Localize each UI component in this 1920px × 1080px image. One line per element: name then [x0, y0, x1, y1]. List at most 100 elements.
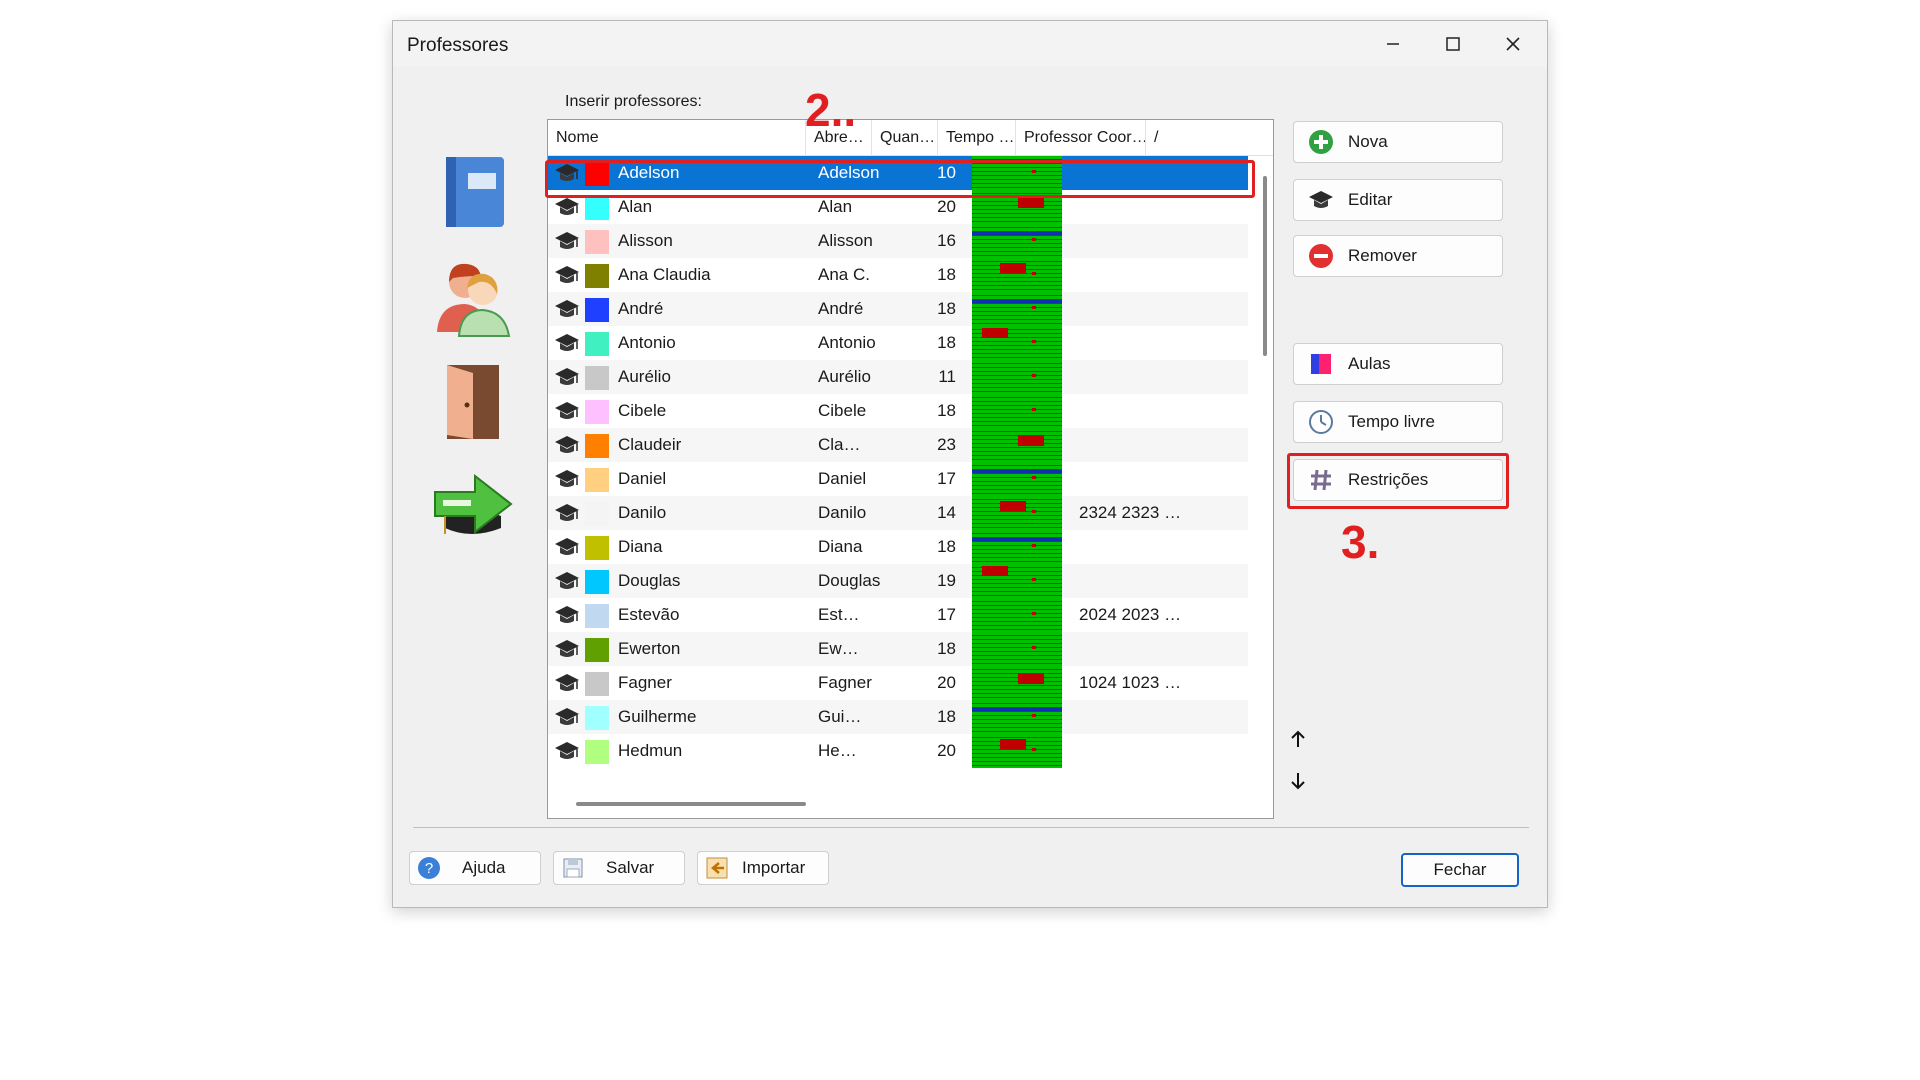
teacher-icon — [552, 734, 582, 768]
table-row[interactable]: Alisson Alisson 16 — [548, 224, 1248, 258]
availability-mark — [1032, 272, 1036, 275]
table-row[interactable]: Antonio Antonio 18 — [548, 326, 1248, 360]
door-icon — [447, 365, 499, 439]
professores-dialog: Professores Inserir professores: Nome Ab… — [392, 20, 1548, 908]
teacher-quantity: 18 — [937, 707, 956, 726]
availability-grid — [972, 360, 1062, 394]
horizontal-scroll-thumb[interactable] — [576, 802, 806, 806]
table-row[interactable]: Ana Claudia Ana C. 18 — [548, 258, 1248, 292]
table-row[interactable]: Diana Diana 18 — [548, 530, 1248, 564]
teacher-icon — [552, 394, 582, 428]
annotation-step-2: 2.. — [805, 84, 857, 136]
teacher-quantity: 18 — [937, 537, 956, 556]
table-row[interactable]: André André 18 — [548, 292, 1248, 326]
editar-button[interactable]: Editar — [1293, 179, 1503, 221]
table-row[interactable]: Danilo Danilo 14 2324 2323 … — [548, 496, 1248, 530]
availability-mark — [1032, 544, 1036, 547]
clock-icon — [1306, 407, 1336, 437]
nav-proximo[interactable] — [423, 461, 523, 551]
table-row[interactable]: Cibele Cibele 18 — [548, 394, 1248, 428]
vertical-scroll-thumb[interactable] — [1263, 176, 1267, 356]
color-swatch — [585, 706, 609, 730]
availability-mark — [1032, 748, 1036, 751]
availability-grid — [972, 666, 1062, 700]
list-header: Nome Abre… Quan… Tempo … Professor Coor…… — [548, 120, 1273, 156]
minimize-button[interactable] — [1363, 27, 1423, 61]
availability-mark — [1000, 501, 1026, 511]
color-swatch — [585, 604, 609, 628]
teacher-coordinator — [1079, 462, 1229, 496]
availability-grid-fill — [972, 700, 1062, 734]
teacher-icon — [552, 632, 582, 666]
window-title: Professores — [407, 35, 509, 56]
column-extra[interactable]: / — [1146, 120, 1186, 156]
table-row[interactable]: Hedmun He… 20 — [548, 734, 1248, 768]
table-row[interactable]: Ewerton Ew… 18 — [548, 632, 1248, 666]
teachers-list[interactable]: Nome Abre… Quan… Tempo … Professor Coor…… — [547, 119, 1274, 819]
close-window-button[interactable] — [1483, 27, 1543, 61]
table-row[interactable]: Fagner Fagner 20 1024 1023 … — [548, 666, 1248, 700]
nova-button[interactable]: Nova — [1293, 121, 1503, 163]
close-icon — [1506, 37, 1520, 51]
forward-arrow-icon — [434, 473, 513, 535]
tempo-livre-button[interactable]: Tempo livre — [1293, 401, 1503, 443]
color-swatch — [585, 366, 609, 390]
availability-grid-fill — [972, 564, 1062, 598]
importar-button[interactable]: Importar — [697, 851, 829, 885]
availability-mark — [1032, 306, 1036, 309]
svg-text:?: ? — [425, 860, 433, 877]
color-swatch — [585, 672, 609, 696]
move-up-button[interactable] — [1286, 729, 1310, 753]
teacher-quantity: 19 — [937, 571, 956, 590]
teacher-coordinator — [1079, 292, 1229, 326]
availability-mark — [1032, 340, 1036, 343]
availability-grid — [972, 224, 1062, 258]
nav-disciplinas[interactable] — [423, 146, 523, 236]
availability-mark — [972, 232, 1062, 235]
availability-grid — [972, 462, 1062, 496]
teacher-icon — [552, 530, 582, 564]
title-bar: Professores — [393, 21, 1547, 67]
table-row[interactable]: Douglas Douglas 19 — [548, 564, 1248, 598]
table-row[interactable]: Estevão Est… 17 2024 2023 … — [548, 598, 1248, 632]
maximize-button[interactable] — [1423, 27, 1483, 61]
teacher-name: Alisson — [618, 231, 673, 250]
color-swatch — [585, 638, 609, 662]
teacher-quantity: 18 — [937, 639, 956, 658]
aulas-button[interactable]: Aulas — [1293, 343, 1503, 385]
teacher-icon — [552, 598, 582, 632]
availability-grid — [972, 734, 1062, 768]
column-professor-coordenador[interactable]: Professor Coor… — [1016, 120, 1146, 156]
editar-label: Editar — [1348, 190, 1393, 209]
teacher-name: Daniel — [618, 469, 667, 488]
move-down-button[interactable] — [1286, 771, 1310, 795]
nav-salas[interactable] — [423, 356, 523, 446]
vertical-scrollbar[interactable] — [1256, 156, 1273, 786]
table-row[interactable]: Aurélio Aurélio 11 — [548, 360, 1248, 394]
teacher-name: Estevão — [618, 605, 680, 624]
teacher-coordinator — [1079, 326, 1229, 360]
column-quantidade[interactable]: Quan… — [872, 120, 938, 156]
nova-label: Nova — [1348, 132, 1388, 151]
availability-grid — [972, 564, 1062, 598]
fechar-button[interactable]: Fechar — [1401, 853, 1519, 887]
availability-grid — [972, 496, 1062, 530]
teacher-quantity: 16 — [937, 231, 956, 250]
column-tempo[interactable]: Tempo … — [938, 120, 1016, 156]
table-row[interactable]: Guilherme Gui… 18 — [548, 700, 1248, 734]
horizontal-scrollbar[interactable] — [548, 792, 1256, 816]
teacher-icon — [552, 666, 582, 700]
import-icon — [702, 853, 732, 883]
nav-professores[interactable] — [423, 251, 523, 341]
help-icon: ? — [414, 853, 444, 883]
column-nome[interactable]: Nome — [548, 120, 806, 156]
ajuda-button[interactable]: ? Ajuda — [409, 851, 541, 885]
teacher-name: Ewerton — [618, 639, 681, 658]
salvar-button[interactable]: Salvar — [553, 851, 685, 885]
table-row[interactable]: Daniel Daniel 17 — [548, 462, 1248, 496]
teacher-coordinator: 2024 2023 … — [1079, 605, 1182, 624]
teacher-quantity: 14 — [937, 503, 956, 522]
remover-button[interactable]: Remover — [1293, 235, 1503, 277]
availability-mark — [1032, 476, 1036, 479]
table-row[interactable]: Claudeir Cla… 23 — [548, 428, 1248, 462]
